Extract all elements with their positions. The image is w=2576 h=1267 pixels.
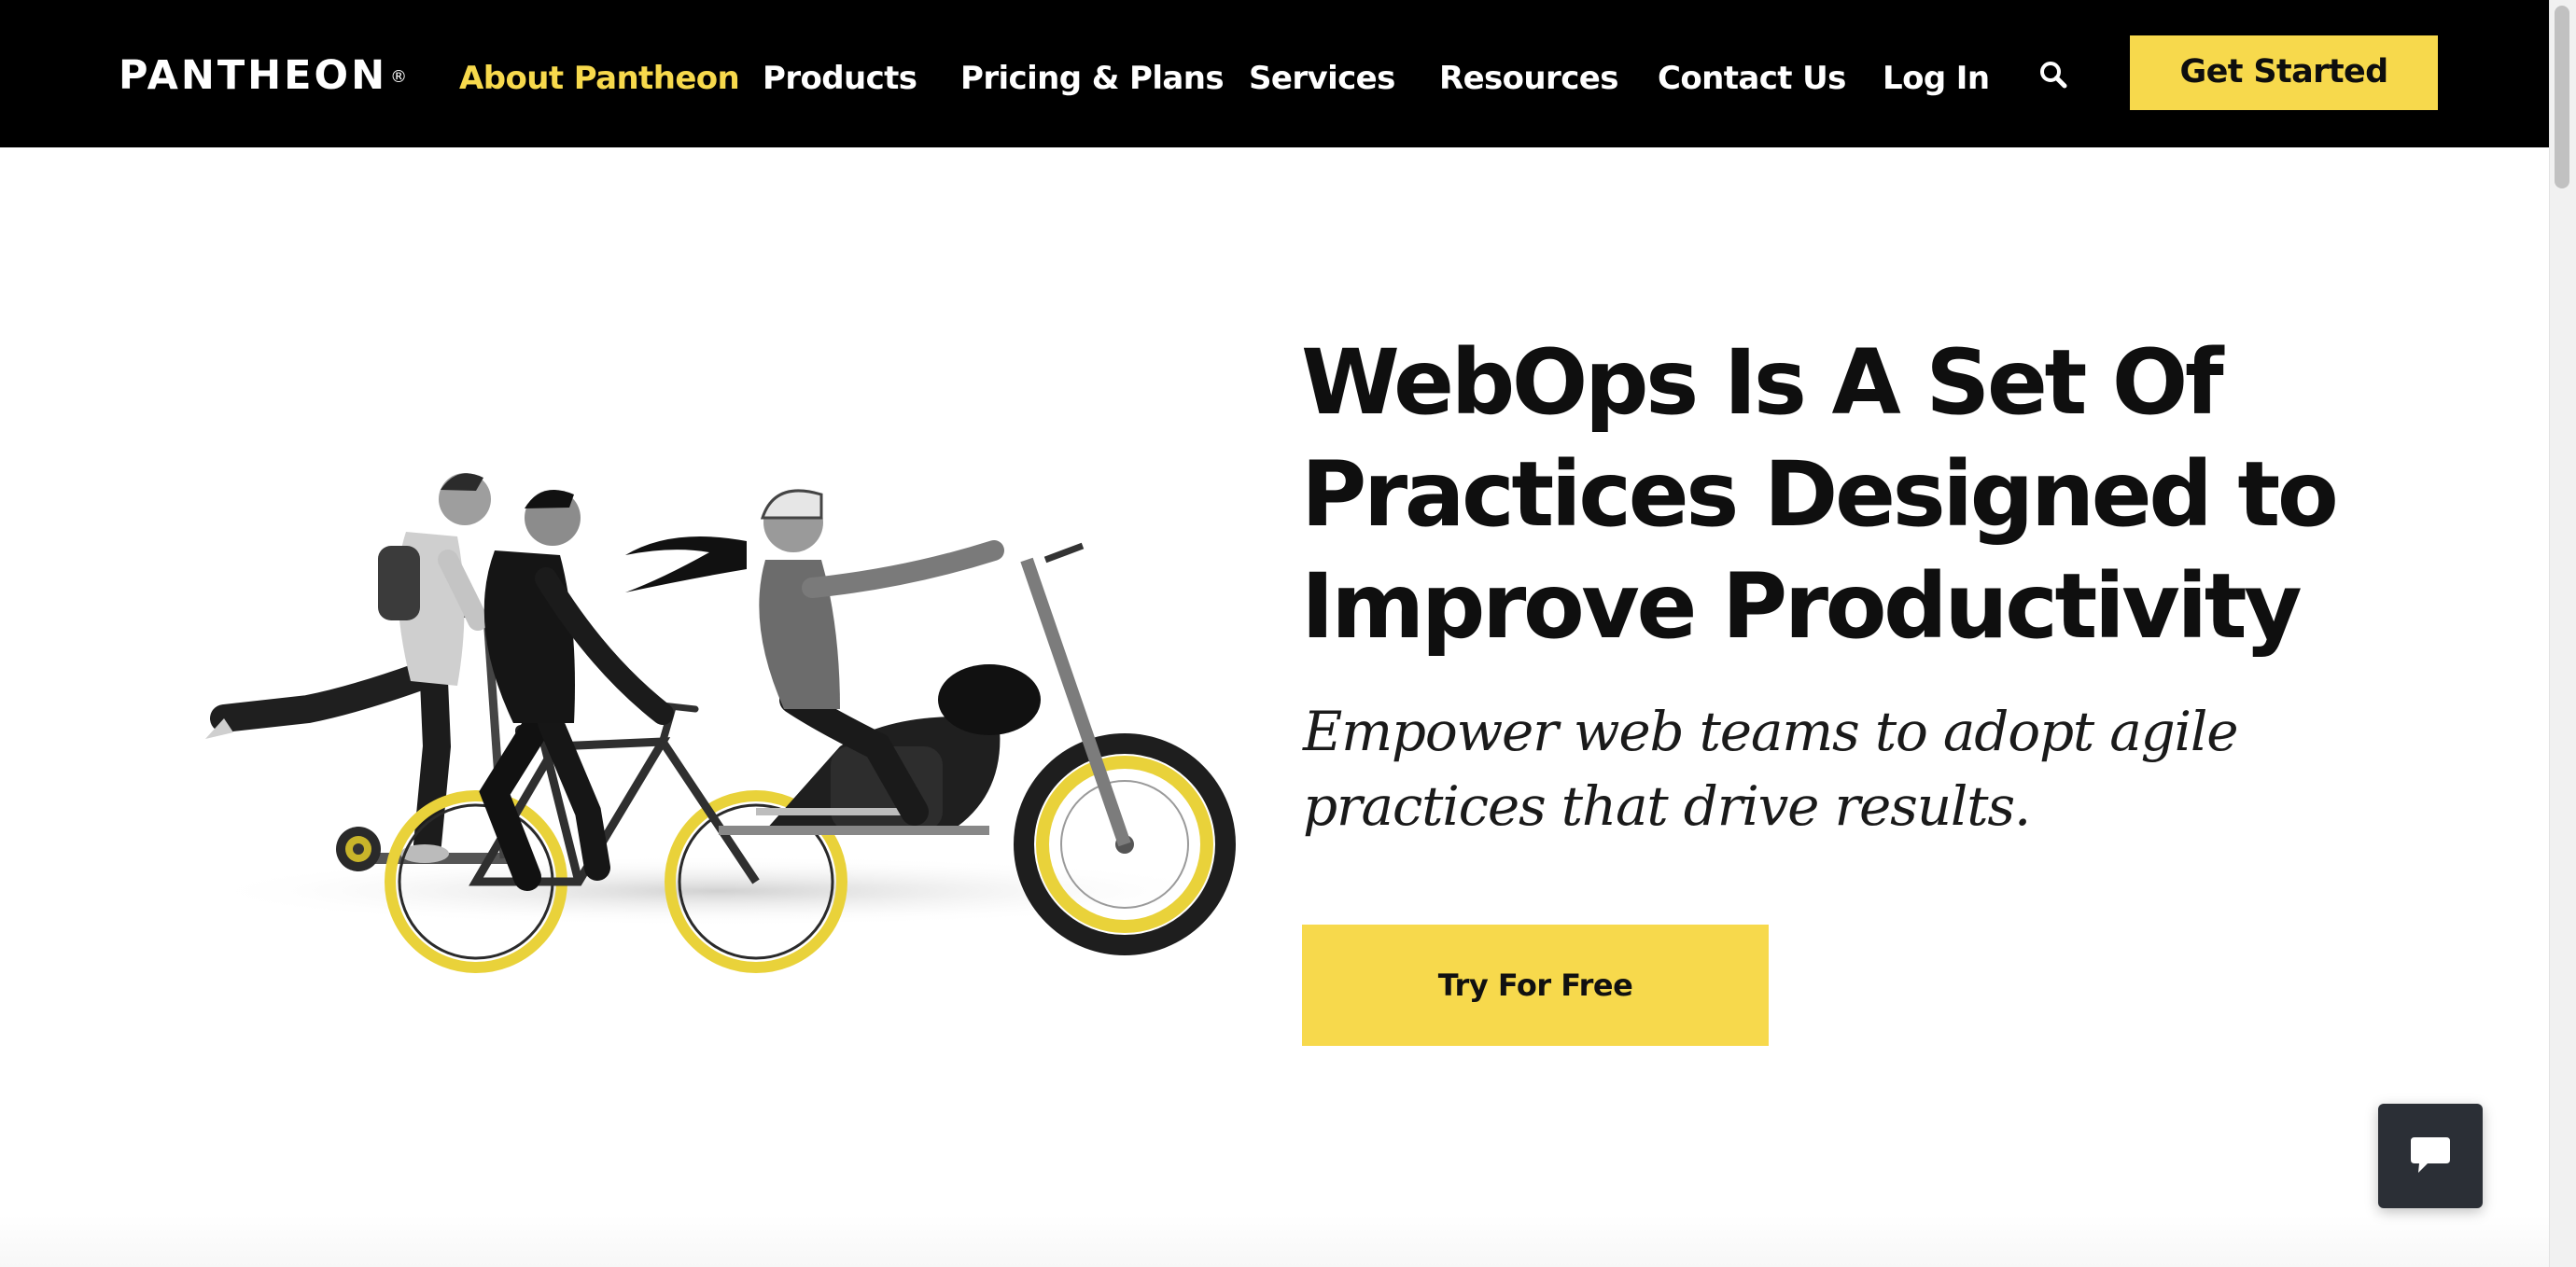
try-for-free-button[interactable]: Try For Free [1302,925,1769,1046]
hero-subheadline: Empower web teams to adopt agile practic… [1303,700,2239,838]
nav-products[interactable]: Products [763,52,917,104]
pantheon-logo[interactable]: PANTHEON ® [119,49,407,103]
logo-text: PANTHEON [119,52,388,99]
nav-log-in[interactable]: Log In [1883,52,1990,104]
nav-about-pantheon[interactable]: About Pantheon [459,52,740,104]
page-scrollbar-thumb[interactable] [2555,6,2569,188]
nav-pricing-plans[interactable]: Pricing & Plans [960,52,1225,104]
nav-resources[interactable]: Resources [1439,52,1618,104]
section-divider [0,1215,2549,1267]
page-scrollbar[interactable] [2549,0,2576,1267]
page: PANTHEON ® About Pantheon Products Pricin… [0,0,2576,1267]
chat-widget-button[interactable] [2378,1104,2483,1208]
registered-mark: ® [390,67,408,87]
hero-headline: WebOps Is A Set Of Practices Designed to… [1301,330,2339,659]
search-icon[interactable] [2038,60,2068,90]
chat-bubble-icon [2411,1137,2450,1173]
hero-illustration [187,308,1251,1017]
bicycle [385,701,847,973]
nav-services[interactable]: Services [1249,52,1395,104]
nav-contact-us[interactable]: Contact Us [1658,52,1846,104]
get-started-button[interactable]: Get Started [2130,35,2438,110]
site-header: PANTHEON ® About Pantheon Products Pricin… [0,0,2549,147]
bicycle-rider [479,490,674,891]
